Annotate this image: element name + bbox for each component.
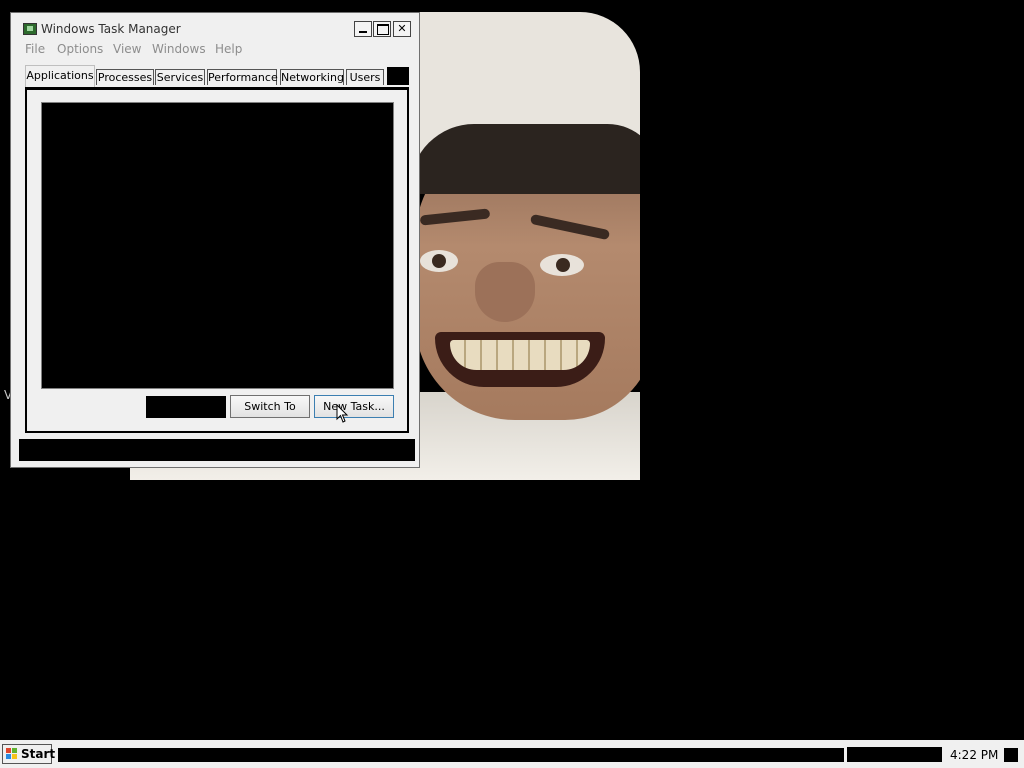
- menu-help[interactable]: Help: [215, 42, 242, 56]
- tab-overflow: [387, 67, 409, 85]
- taskbar: Start 4:22 PM: [0, 740, 1024, 768]
- maximize-button[interactable]: [373, 21, 391, 37]
- close-button[interactable]: ✕: [393, 21, 411, 37]
- new-task-button[interactable]: New Task...: [314, 395, 394, 418]
- teeth-shape: [450, 340, 590, 370]
- tab-processes[interactable]: Processes: [96, 69, 154, 85]
- hair-shape: [410, 124, 640, 194]
- menu-file[interactable]: File: [25, 42, 45, 56]
- task-manager-window[interactable]: Windows Task Manager ✕ File Options View…: [10, 12, 420, 468]
- start-label: Start: [21, 747, 56, 761]
- switch-to-button[interactable]: Switch To: [230, 395, 310, 418]
- nose-shape: [475, 262, 535, 322]
- menu-bar: File Options View Windows Help: [11, 41, 419, 59]
- menu-options[interactable]: Options: [57, 42, 103, 56]
- window-title: Windows Task Manager: [41, 22, 181, 36]
- pupil-left: [432, 254, 446, 268]
- tab-users[interactable]: Users: [346, 69, 384, 85]
- applications-list[interactable]: [41, 102, 394, 389]
- tab-networking[interactable]: Networking: [280, 69, 344, 85]
- menu-windows[interactable]: Windows: [152, 42, 206, 56]
- tab-performance[interactable]: Performance: [207, 69, 278, 85]
- taskbar-task-area[interactable]: [58, 748, 844, 762]
- mouse-cursor-icon: [336, 403, 349, 423]
- tab-applications[interactable]: Applications: [25, 65, 95, 87]
- tab-services[interactable]: Services: [155, 69, 205, 85]
- show-desktop-button[interactable]: [1004, 748, 1018, 762]
- minimize-button[interactable]: [354, 21, 372, 37]
- tray-area: [847, 747, 942, 762]
- pupil-right: [556, 258, 570, 272]
- end-task-button[interactable]: [146, 396, 226, 418]
- start-button[interactable]: Start: [2, 744, 56, 764]
- title-bar[interactable]: Windows Task Manager ✕: [11, 13, 419, 43]
- task-manager-icon: [23, 23, 37, 35]
- menu-view[interactable]: View: [113, 42, 141, 56]
- status-bar: [19, 439, 415, 461]
- clock[interactable]: 4:22 PM: [950, 748, 998, 762]
- windows-logo-icon: [6, 748, 17, 759]
